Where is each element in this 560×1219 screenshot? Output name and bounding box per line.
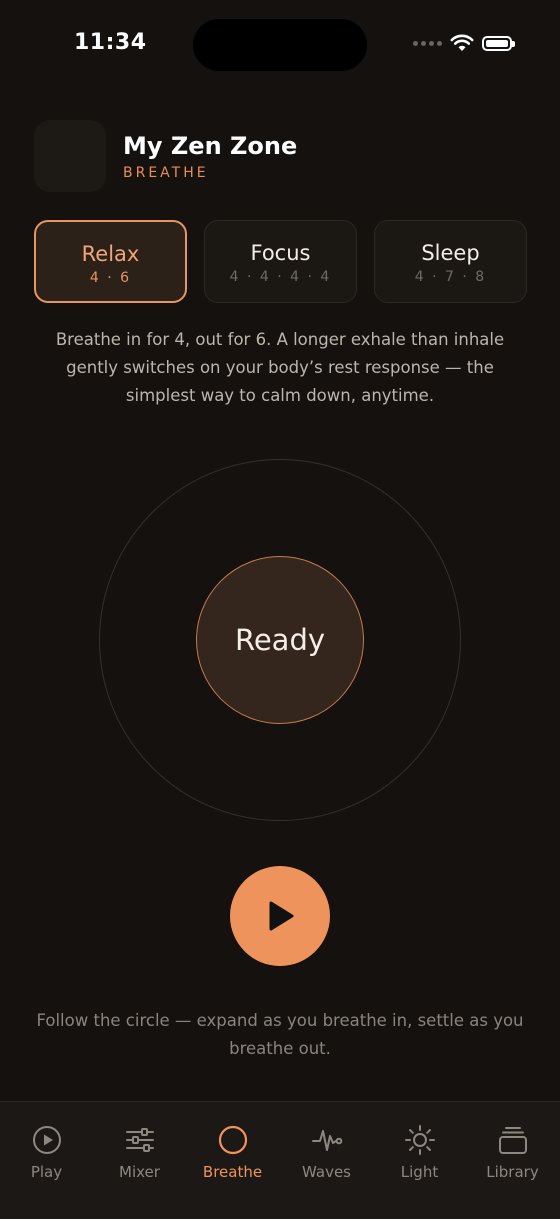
page-subtitle: BREATHE bbox=[123, 165, 209, 181]
preset-focus[interactable]: Focus 4 · 4 · 4 · 4 bbox=[204, 220, 357, 303]
stack-icon bbox=[499, 1127, 527, 1154]
tab-mixer[interactable]: Mixer bbox=[93, 1102, 186, 1192]
tab-library[interactable]: Library bbox=[466, 1102, 559, 1192]
tab-breathe[interactable]: Breathe bbox=[186, 1102, 279, 1192]
play-circle-icon bbox=[33, 1126, 61, 1154]
page-title: My Zen Zone bbox=[123, 132, 298, 160]
preset-description: Breathe in for 4, out for 6. A longer ex… bbox=[55, 330, 505, 405]
tab-play[interactable]: Play bbox=[0, 1102, 93, 1192]
tab-label: Mixer bbox=[119, 1163, 160, 1181]
dynamic-island bbox=[193, 19, 367, 71]
wifi-icon bbox=[450, 34, 474, 51]
tab-label: Play bbox=[30, 1163, 63, 1181]
preset-pattern: 4 · 6 bbox=[89, 270, 132, 286]
preset-name: Focus bbox=[250, 241, 311, 265]
tab-bar: Play Mixer Breathe Waves Light Library bbox=[0, 1101, 560, 1219]
breath-circle: Ready bbox=[196, 556, 364, 724]
tab-label: Light bbox=[400, 1163, 439, 1181]
tab-label: Library bbox=[486, 1163, 539, 1181]
preset-name: Sleep bbox=[421, 241, 480, 265]
breath-state-label: Ready bbox=[234, 623, 326, 657]
battery-icon bbox=[482, 35, 515, 51]
sun-icon bbox=[405, 1125, 435, 1155]
play-button[interactable] bbox=[230, 866, 330, 966]
status-icons bbox=[413, 34, 515, 52]
tab-label: Breathe bbox=[202, 1163, 263, 1181]
play-icon bbox=[269, 901, 294, 931]
tab-waves[interactable]: Waves bbox=[280, 1102, 373, 1192]
circle-icon bbox=[218, 1125, 248, 1155]
preset-relax[interactable]: Relax 4 · 6 bbox=[34, 220, 187, 303]
preset-sleep[interactable]: Sleep 4 · 7 · 8 bbox=[374, 220, 527, 303]
status-time: 11:34 bbox=[74, 30, 147, 55]
cellular-signal-icon bbox=[413, 40, 442, 46]
tab-label: Waves bbox=[302, 1163, 351, 1181]
waveform-icon bbox=[312, 1130, 343, 1151]
preset-pattern: 4 · 4 · 4 · 4 bbox=[229, 269, 332, 285]
app-icon bbox=[34, 120, 106, 192]
preset-name: Relax bbox=[81, 242, 140, 266]
tab-light[interactable]: Light bbox=[373, 1102, 466, 1192]
breath-hint: Follow the circle — expand as you breath… bbox=[36, 1011, 524, 1058]
sliders-icon bbox=[126, 1128, 154, 1152]
preset-pattern: 4 · 7 · 8 bbox=[414, 269, 487, 285]
